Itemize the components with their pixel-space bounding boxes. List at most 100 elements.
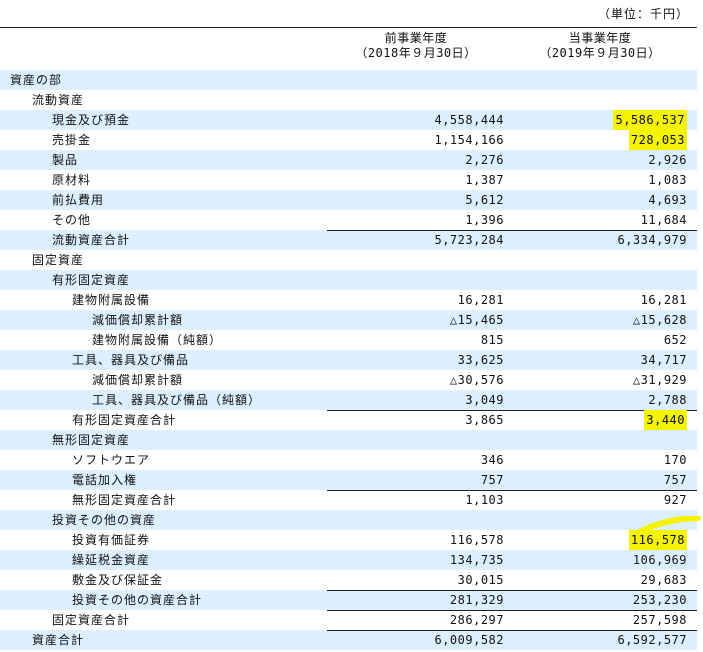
- current-year-value: 2,788: [648, 393, 687, 407]
- current-year-value: 652: [663, 333, 687, 347]
- prior-year-value: 30,015: [457, 573, 504, 587]
- prior-year-value: 346: [480, 453, 504, 467]
- row-label: 投資その他の資産合計: [72, 593, 203, 607]
- current-year-value: 257,598: [632, 613, 687, 627]
- table-row: 工具、器具及び備品 33,625 34,717: [0, 350, 697, 370]
- row-label: 繰延税金資産: [72, 553, 151, 567]
- row-label: 投資その他の資産: [52, 513, 157, 527]
- highlighter-stroke-mark: [636, 516, 701, 536]
- row-label: 無形固定資産合計: [72, 493, 177, 507]
- prior-year-value: 6,009,582: [434, 633, 504, 647]
- table-row: 投資その他の資産合計 281,329 253,230: [0, 590, 697, 610]
- current-year-value: 3,440: [644, 410, 687, 430]
- current-year-value: 4,693: [648, 193, 687, 207]
- current-year-value: 253,230: [632, 593, 687, 607]
- table-row: 建物附属設備（純額） 815 652: [0, 330, 697, 350]
- row-label: 固定資産合計: [52, 613, 131, 627]
- row-label: 固定資産: [32, 253, 85, 267]
- prior-year-value: 134,735: [449, 553, 504, 567]
- current-year-value: 16,281: [640, 293, 687, 307]
- current-year-value: △15,628: [632, 313, 687, 327]
- table-row: 工具、器具及び備品（純額） 3,049 2,788: [0, 390, 697, 410]
- table-row: 流動資産合計 5,723,284 6,334,979: [0, 230, 697, 250]
- row-label: 資産の部: [10, 73, 63, 87]
- table-row: 有形固定資産合計 3,865 3,440: [0, 410, 697, 430]
- row-label: 資産合計: [32, 633, 85, 647]
- current-year-value: 757: [663, 473, 687, 487]
- prior-year-value: 1,154,166: [434, 133, 504, 147]
- table-row: 減価償却累計額 △30,576 △31,929: [0, 370, 697, 390]
- prior-year-value: △15,465: [449, 313, 504, 327]
- current-year-value: 728,053: [628, 130, 687, 150]
- table-row: 固定資産: [0, 250, 697, 270]
- row-label: 売掛金: [52, 133, 92, 147]
- prior-year-value: 3,049: [465, 393, 504, 407]
- row-label: 流動資産合計: [52, 233, 131, 247]
- row-label: 製品: [52, 153, 79, 167]
- prior-year-value: 3,865: [465, 413, 504, 427]
- table-row: 投資その他の資産: [0, 510, 697, 530]
- current-year-value: 1,083: [648, 173, 687, 187]
- prior-year-value: 116,578: [449, 533, 504, 547]
- prior-year-value: 16,281: [457, 293, 504, 307]
- row-label: 投資有価証券: [72, 533, 151, 547]
- row-label: 流動資産: [32, 93, 85, 107]
- table-row: 固定資産合計 286,297 257,598: [0, 610, 697, 630]
- table-row: 繰延税金資産 134,735 106,969: [0, 550, 697, 570]
- current-year-value: 34,717: [640, 353, 687, 367]
- column-header-current-year-title: 当事業年度: [568, 31, 632, 45]
- table-row: ソフトウエア 346 170: [0, 450, 697, 470]
- prior-year-value: 281,329: [449, 593, 504, 607]
- column-header-current-year-date: （2019年９月30日）: [539, 46, 661, 60]
- table-row: 製品 2,276 2,926: [0, 150, 697, 170]
- row-label: 敷金及び保証金: [72, 573, 164, 587]
- column-header-prior-year-date: （2018年９月30日）: [355, 46, 477, 60]
- current-year-value: 29,683: [640, 573, 687, 587]
- row-label: 現金及び預金: [52, 113, 131, 127]
- current-year-value: 170: [663, 453, 687, 467]
- current-year-value: 106,969: [632, 553, 687, 567]
- prior-year-value: 815: [480, 333, 504, 347]
- row-label: 原材料: [52, 173, 92, 187]
- table-row: 流動資産: [0, 90, 697, 110]
- row-label: 建物附属設備: [72, 293, 151, 307]
- row-label: 減価償却累計額: [92, 313, 184, 327]
- table-row: 原材料 1,387 1,083: [0, 170, 697, 190]
- row-label: 工具、器具及び備品（純額）: [92, 393, 262, 407]
- prior-year-value: 1,396: [465, 213, 504, 227]
- table-row: 売掛金 1,154,166 728,053: [0, 130, 697, 150]
- prior-year-value: 286,297: [449, 613, 504, 627]
- prior-year-value: 4,558,444: [434, 113, 504, 127]
- current-year-value: 6,592,577: [617, 633, 687, 647]
- row-label: 工具、器具及び備品: [72, 353, 190, 367]
- current-year-value: 6,334,979: [617, 233, 687, 247]
- current-year-value: 927: [663, 493, 687, 507]
- row-label: 無形固定資産: [52, 433, 131, 447]
- unit-note: （単位：千円）: [597, 7, 689, 21]
- column-header-prior-year-title: 前事業年度: [384, 31, 448, 45]
- prior-year-value: 2,276: [465, 153, 504, 167]
- prior-year-value: 33,625: [457, 353, 504, 367]
- column-header-prior-year: 前事業年度 （2018年９月30日）: [326, 31, 506, 61]
- table-row: 資産合計 6,009,582 6,592,577: [0, 630, 697, 650]
- table-row: 現金及び預金 4,558,444 5,586,537: [0, 110, 697, 130]
- table-row: その他 1,396 11,684: [0, 210, 697, 230]
- table-row: 電話加入権 757 757: [0, 470, 697, 490]
- row-label: その他: [52, 213, 92, 227]
- current-year-value: 2,926: [648, 153, 687, 167]
- prior-year-value: 1,103: [465, 493, 504, 507]
- table-row: 前払費用 5,612 4,693: [0, 190, 697, 210]
- prior-year-value: 757: [480, 473, 504, 487]
- table-row: 無形固定資産: [0, 430, 697, 450]
- row-label: 有形固定資産: [52, 273, 131, 287]
- table-row: 投資有価証券 116,578 116,578: [0, 530, 697, 550]
- table-row: 無形固定資産合計 1,103 927: [0, 490, 697, 510]
- prior-year-value: 5,723,284: [434, 233, 504, 247]
- balance-sheet-table: 資産の部 流動資産 現金及び預金 4,558,444 5,586,537 売掛金 1,154…: [0, 70, 697, 650]
- table-row: 敷金及び保証金 30,015 29,683: [0, 570, 697, 590]
- table-row: 減価償却累計額 △15,465 △15,628: [0, 310, 697, 330]
- row-label: 有形固定資産合計: [72, 413, 177, 427]
- row-label: 前払費用: [52, 193, 105, 207]
- row-label: 建物附属設備（純額）: [92, 333, 223, 347]
- table-row: 資産の部: [0, 70, 697, 90]
